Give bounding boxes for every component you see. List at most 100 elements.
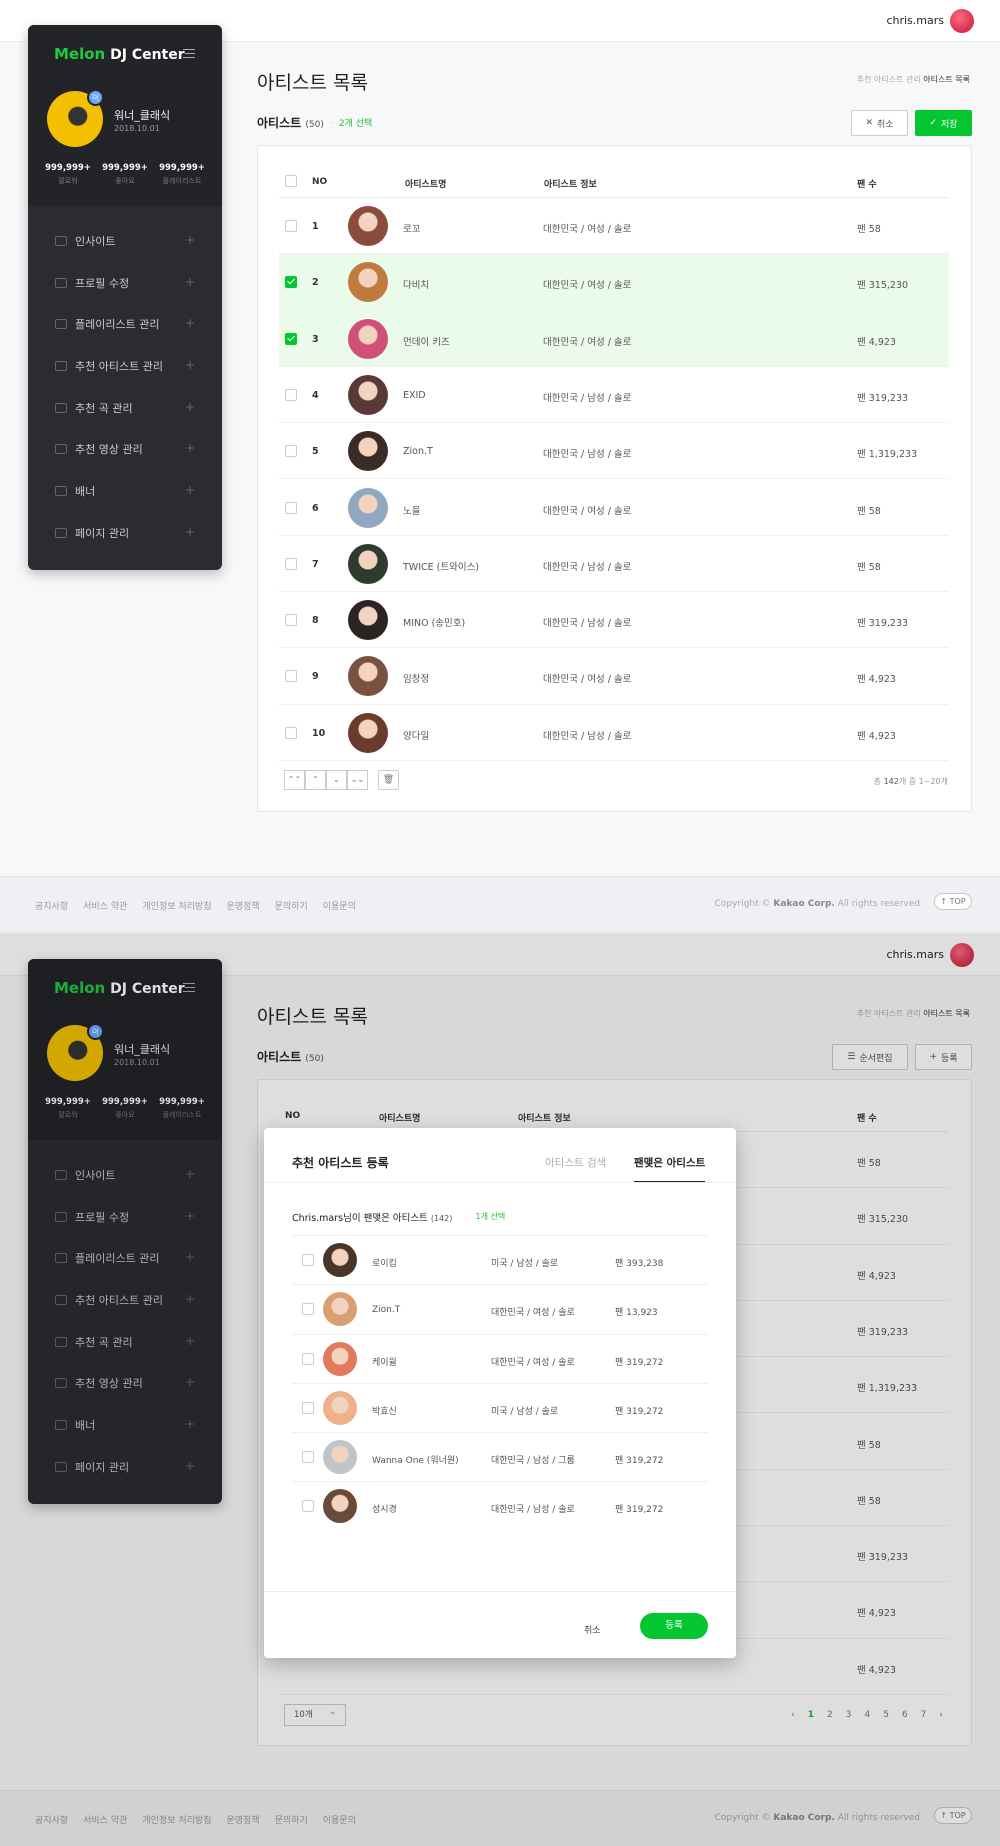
footer-link[interactable]: 공지사항 — [35, 899, 68, 912]
move-down-button[interactable]: ⌄ — [326, 770, 347, 790]
artist-fans: 팬 319,233 — [857, 618, 909, 630]
trash-icon[interactable]: 🗑 — [378, 770, 399, 790]
artist-fans: 팬 58 — [857, 505, 881, 517]
artist-name: 케이윌 — [372, 1357, 397, 1368]
table-row[interactable]: 5 Zion.T 대한민국 / 남성 / 솔로 팬 1,319,233 — [279, 423, 949, 480]
row-checkbox[interactable] — [302, 1254, 314, 1266]
artist-fans: 팬 58 — [857, 561, 881, 573]
breadcrumb: 추천 아티스트 관리 아티스트 목록 — [857, 74, 970, 85]
modal-title: 추천 아티스트 등록 — [292, 1156, 389, 1170]
cancel-button[interactable]: ✕ 취소 — [851, 110, 908, 136]
artist-info: 미국 / 남성 / 솔로 — [491, 1259, 559, 1269]
row-checkbox[interactable] — [302, 1500, 314, 1513]
move-top-button[interactable]: ⌃⌃ — [284, 770, 305, 790]
artist-info: 대한민국 / 남성 / 솔로 — [491, 1505, 575, 1516]
row-checkbox[interactable] — [285, 614, 297, 627]
video-icon — [55, 444, 67, 455]
table-row[interactable]: 2 다비치 대한민국 / 여성 / 솔로 팬 315,230 — [279, 254, 949, 311]
row-checkbox[interactable] — [285, 388, 297, 401]
artist-name[interactable]: 로꼬 — [403, 221, 420, 235]
row-checkbox[interactable] — [285, 557, 297, 570]
artist-info: 미국 / 남성 / 솔로 — [491, 1406, 559, 1417]
table-row[interactable]: 1 로꼬 대한민국 / 여성 / 솔로 팬 58 — [279, 198, 949, 255]
footer-link[interactable]: 운영정책 — [227, 899, 260, 912]
table-row[interactable]: 8 MINO (송민호) 대한민국 / 남성 / 솔로 팬 319,233 — [279, 592, 949, 649]
artist-name[interactable]: EXID — [403, 390, 426, 401]
table-row[interactable]: 7 TWICE (트와이스) 대한민국 / 남성 / 솔로 팬 58 — [279, 536, 949, 593]
row-checkbox[interactable] — [285, 726, 297, 739]
select-all-checkbox[interactable] — [285, 175, 297, 187]
row-no: 10 — [312, 727, 326, 739]
artist-thumbnail — [348, 374, 388, 415]
table-row[interactable]: 3 먼데이 키즈 대한민국 / 여성 / 솔로 팬 4,923 — [279, 310, 949, 367]
breadcrumb-parent[interactable]: 추천 아티스트 관리 — [857, 75, 921, 84]
sidebar-item-artist[interactable]: 추천 아티스트 관리 + — [28, 345, 222, 387]
person-icon — [55, 277, 67, 288]
artist-name[interactable]: TWICE (트와이스) — [403, 559, 479, 573]
move-up-button[interactable]: ⌃ — [305, 770, 326, 790]
sidebar-item-song[interactable]: 추천 곡 관리 + — [28, 387, 222, 429]
sidebar-item-video[interactable]: 추천 영상 관리 + — [28, 428, 222, 470]
sidebar-item-page[interactable]: 페이지 관리 + — [28, 512, 222, 554]
user-avatar[interactable] — [950, 9, 974, 33]
artist-name[interactable]: 노을 — [403, 503, 420, 517]
register-artist-modal: 추천 아티스트 등록 아티스트 검색 팬맺은 아티스트 Chris.mars님이… — [264, 1128, 736, 1658]
footer-link[interactable]: 서비스 약관 — [83, 899, 127, 912]
row-checkbox[interactable] — [285, 501, 297, 514]
row-checkbox[interactable] — [285, 220, 297, 232]
table-row[interactable]: 6 노을 대한민국 / 여성 / 솔로 팬 58 — [279, 480, 949, 536]
list-item[interactable]: 케이윌 대한민국 / 여성 / 솔로 팬 319,272 — [292, 1335, 708, 1384]
row-checkbox[interactable] — [302, 1401, 314, 1414]
scroll-top-button[interactable]: ↑ TOP — [934, 893, 972, 910]
list-item[interactable]: 성시경 대한민국 / 남성 / 솔로 팬 319,272 — [292, 1482, 708, 1527]
artist-thumbnail — [348, 600, 388, 641]
footer-link[interactable]: 이용문의 — [323, 899, 356, 912]
sidebar-item-playlist[interactable]: 플레이리스트 관리 + — [28, 303, 222, 345]
footer-link[interactable]: 개인정보 처리방침 — [142, 899, 211, 912]
fan-artist-list[interactable]: 로이킴 미국 / 남성 / 솔로 팬 393,238 Zion.T 대한민국 / 여성 … — [292, 1235, 708, 1527]
menu-toggle-icon[interactable] — [183, 49, 195, 58]
artist-name[interactable]: 양다일 — [403, 728, 429, 742]
artist-fans: 팬 4,923 — [857, 674, 896, 686]
row-checkbox[interactable] — [285, 445, 297, 458]
modal-register-button[interactable]: 등록 — [640, 1613, 708, 1639]
list-item[interactable]: Zion.T 대한민국 / 여성 / 솔로 팬 13,923 — [292, 1285, 708, 1335]
table-row[interactable]: 9 임창정 대한민국 / 여성 / 솔로 팬 4,923 — [279, 648, 949, 705]
sidebar-item-banner[interactable]: 배너 + — [28, 470, 222, 512]
user-name[interactable]: chris.mars — [886, 14, 944, 27]
table-row[interactable]: 10 양다일 대한민국 / 남성 / 솔로 팬 4,923 — [279, 705, 949, 761]
artist-thumbnail — [323, 1341, 357, 1376]
artist-info: 대한민국 / 여성 / 솔로 — [491, 1357, 575, 1368]
sidebar-item-insight[interactable]: 인사이트 + — [28, 220, 222, 262]
table-row[interactable]: 4 EXID 대한민국 / 남성 / 솔로 팬 319,233 — [279, 367, 949, 424]
page-title: 아티스트 목록 — [257, 72, 368, 94]
tab-artist-search[interactable]: 아티스트 검색 — [545, 1155, 606, 1170]
order-buttons: ⌃⌃ ⌃ ⌄ ⌄⌄ — [284, 770, 368, 790]
list-item[interactable]: 박효신 미국 / 남성 / 솔로 팬 319,272 — [292, 1384, 708, 1434]
row-checkbox[interactable] — [285, 276, 297, 289]
sidebar-item-profile[interactable]: 프로필 수정 + — [28, 262, 222, 304]
ad-icon — [55, 485, 67, 496]
copyright: Copyright © Kakao Corp. All rights reser… — [714, 899, 920, 909]
list-item[interactable]: 로이킴 미국 / 남성 / 솔로 팬 393,238 — [292, 1236, 708, 1286]
artist-name[interactable]: Zion.T — [403, 446, 433, 457]
artist-name[interactable]: 임창정 — [403, 671, 429, 685]
footer-link[interactable]: 문의하기 — [275, 899, 308, 912]
artist-name[interactable]: 다비치 — [403, 277, 429, 291]
total-count: 총 142개 중 1~20개 — [873, 777, 948, 786]
tab-fan-artists[interactable]: 팬맺은 아티스트 — [634, 1155, 706, 1183]
save-button[interactable]: ✓ 저장 — [915, 110, 972, 136]
artist-name[interactable]: 먼데이 키즈 — [403, 334, 450, 348]
modal-cancel-button[interactable]: 취소 — [584, 1623, 601, 1636]
list-item[interactable]: Wanna One (워너원) 대한민국 / 남성 / 그룹 팬 319,272 — [292, 1433, 708, 1483]
artist-name: Wanna One (워너원) — [372, 1456, 459, 1467]
row-checkbox[interactable] — [285, 670, 297, 683]
move-bottom-button[interactable]: ⌄⌄ — [347, 770, 368, 790]
row-checkbox[interactable] — [302, 1303, 314, 1316]
artist-fans: 팬 319,272 — [615, 1357, 664, 1368]
logo[interactable]: Melon DJ Center — [54, 45, 185, 63]
artist-name[interactable]: MINO (송민호) — [403, 615, 465, 629]
row-checkbox[interactable] — [302, 1352, 314, 1365]
row-checkbox[interactable] — [302, 1451, 314, 1464]
row-checkbox[interactable] — [285, 332, 297, 345]
